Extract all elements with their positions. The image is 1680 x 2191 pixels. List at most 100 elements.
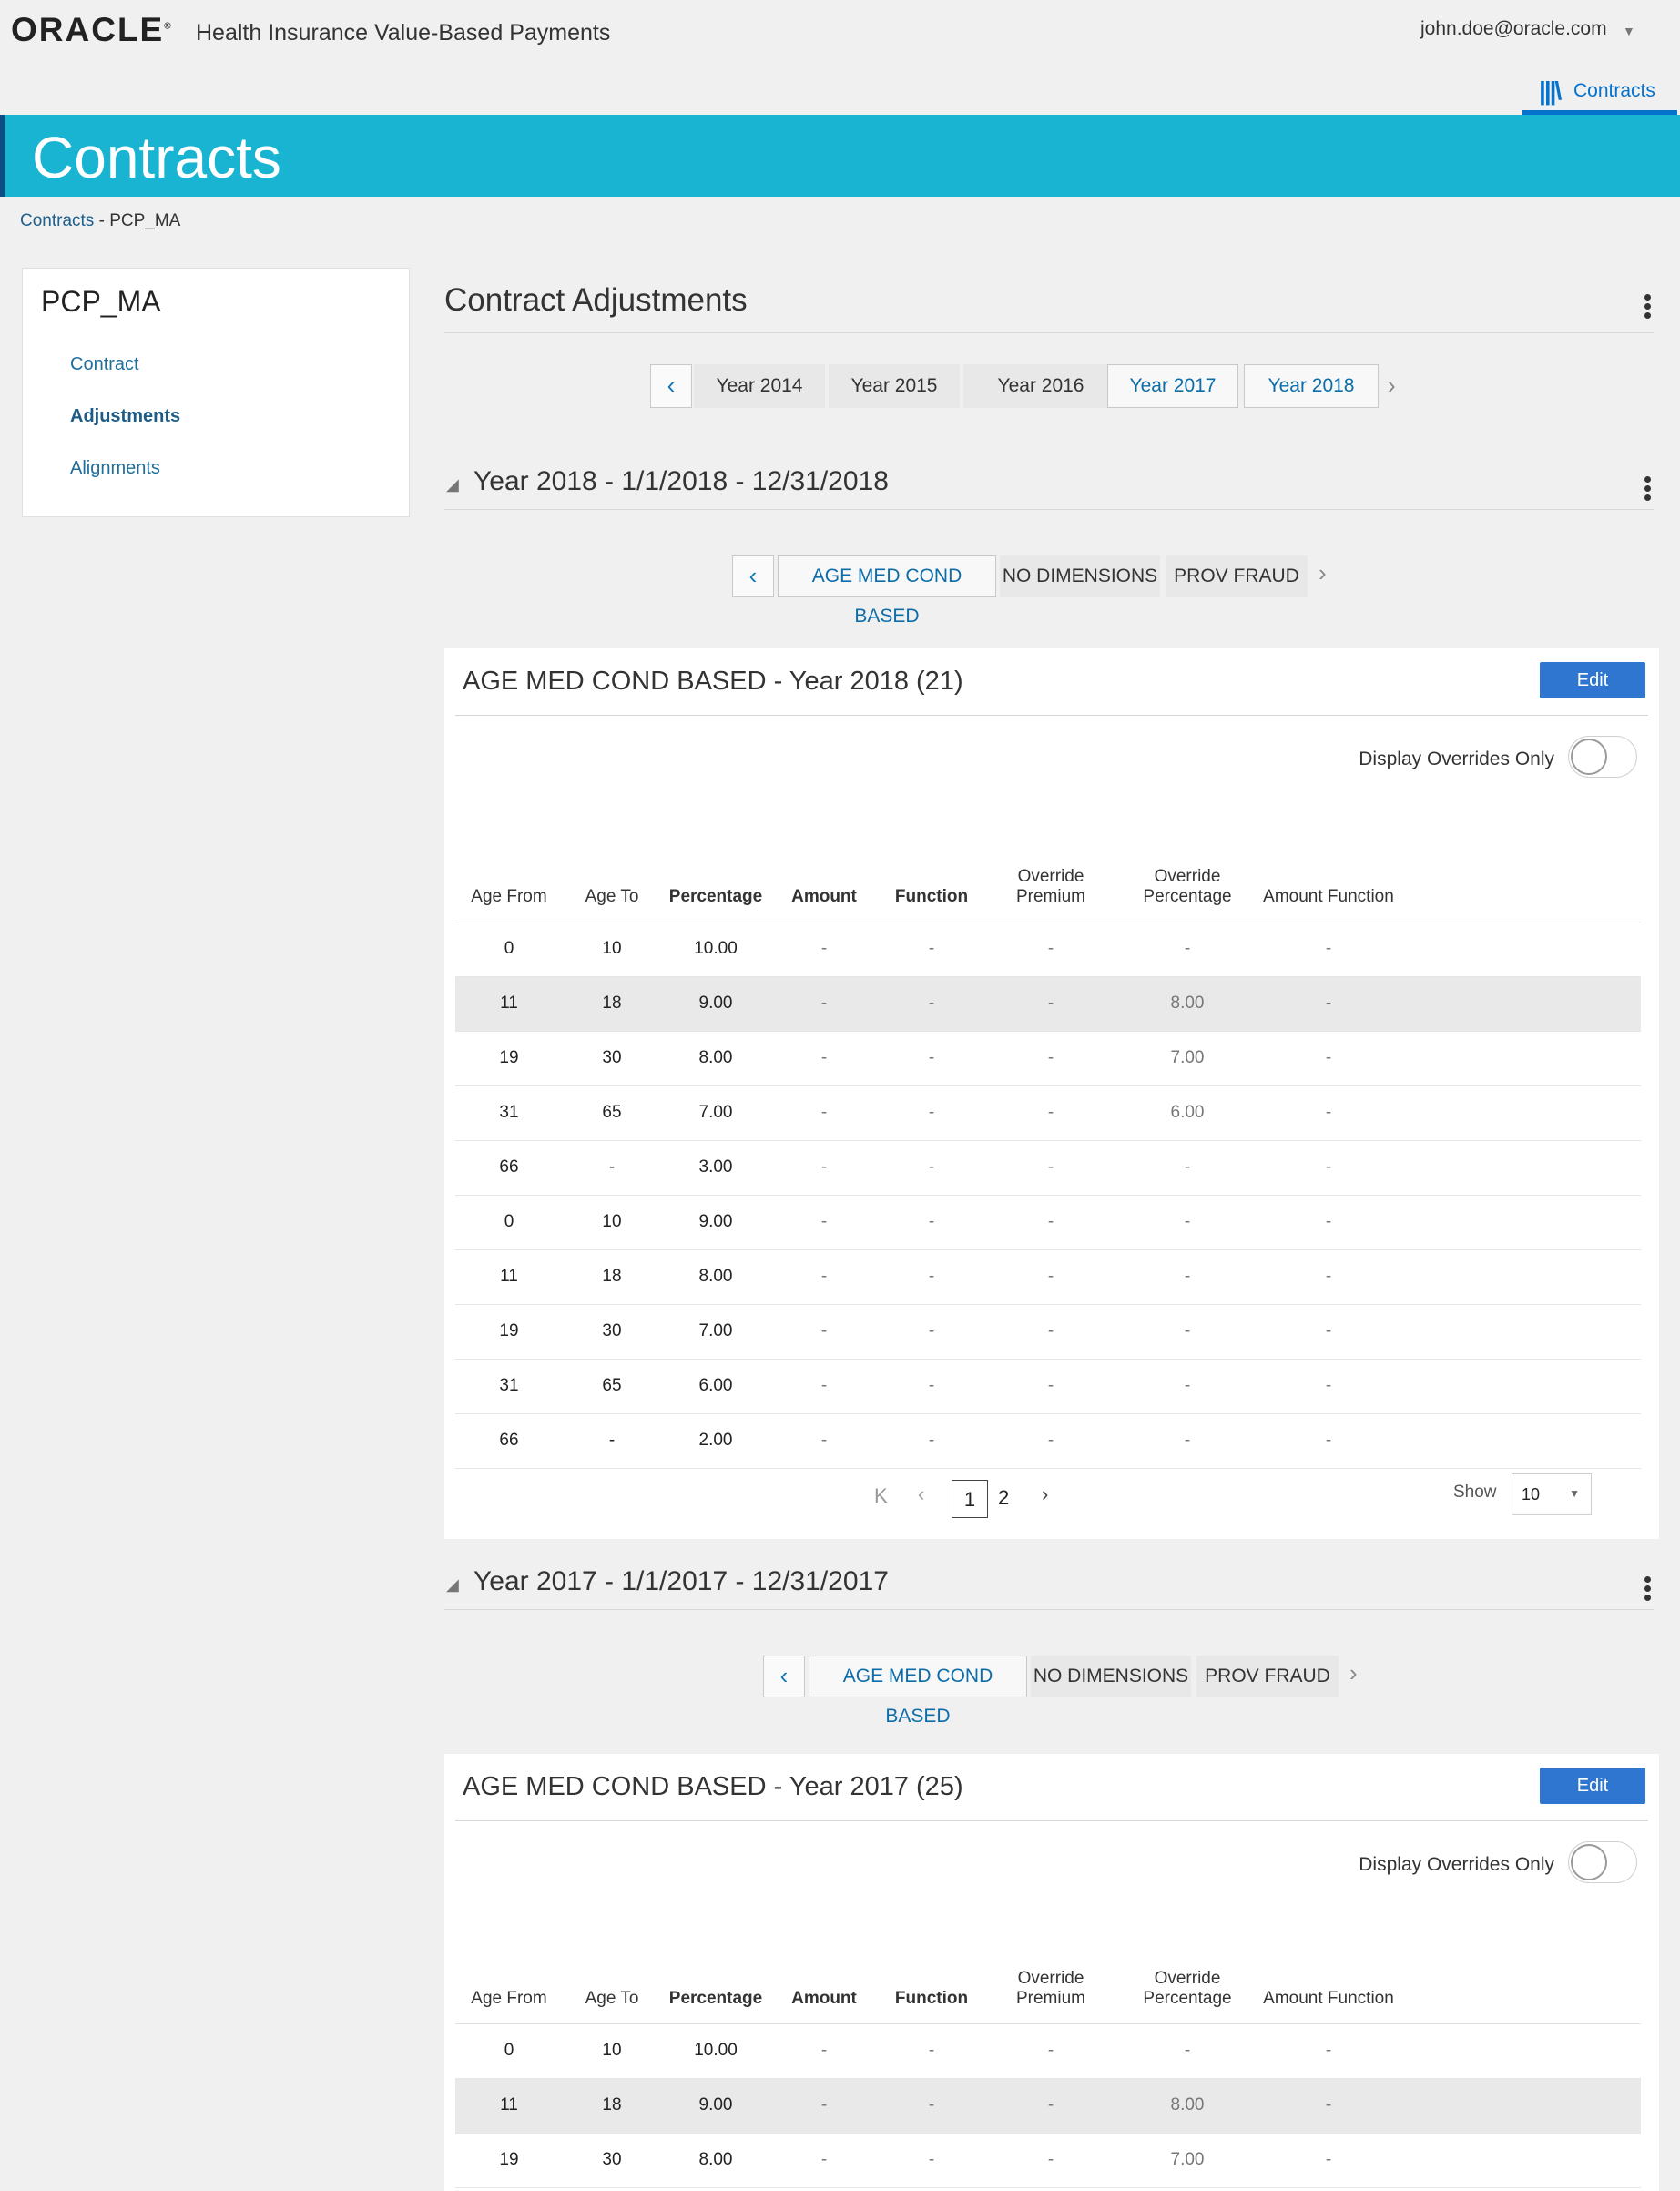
kebab-menu-icon[interactable]: [1644, 474, 1654, 504]
triangle-collapse-icon[interactable]: ◢: [446, 475, 459, 494]
table-cell: 3.00: [661, 1140, 770, 1196]
overrides-toggle[interactable]: [1568, 736, 1637, 778]
tab-prov-fraud[interactable]: PROV FRAUD: [1196, 1656, 1339, 1697]
table-cell: 19: [455, 1304, 563, 1360]
table-cell: 7.00: [1116, 2133, 1258, 2188]
card-title: AGE MED COND BASED - Year 2018 (21): [463, 667, 963, 696]
col-age-from: Age From: [455, 1932, 563, 2024]
table-cell-spacer: [1399, 1359, 1641, 1414]
table-cell: -: [1258, 2078, 1399, 2134]
tab-no-dimensions[interactable]: NO DIMENSIONS: [1000, 555, 1160, 597]
tab-age-med-cond-based[interactable]: AGE MED COND BASED: [778, 555, 996, 627]
table-cell: -: [1116, 2023, 1258, 2079]
tab-prov-fraud[interactable]: PROV FRAUD: [1166, 555, 1308, 597]
prev-page-icon[interactable]: ‹: [918, 1483, 924, 1506]
page-1-button[interactable]: 1: [952, 1480, 988, 1518]
table-cell: 9.00: [661, 1195, 770, 1250]
overrides-toggle[interactable]: [1568, 1841, 1637, 1883]
col-function: Function: [878, 831, 985, 922]
table-cell: -: [985, 2078, 1116, 2134]
table-row[interactable]: 19 30 8.00- - -7.00-: [455, 2133, 1641, 2188]
sidebar-title: PCP_MA: [41, 285, 161, 318]
year-2018-header: ◢ Year 2018 - 1/1/2018 - 12/31/2018: [444, 464, 1654, 510]
kebab-menu-icon[interactable]: [1644, 1574, 1654, 1604]
chevron-left-icon[interactable]: ‹: [650, 364, 692, 408]
table-cell: -: [1258, 1140, 1399, 1196]
sidebar-card: PCP_MA Contract Adjustments Alignments: [22, 268, 410, 517]
table-cell: 8.00: [1116, 2078, 1258, 2134]
first-page-icon[interactable]: K: [874, 1484, 888, 1508]
adjustment-card-2017: AGE MED COND BASED - Year 2017 (25) Edit…: [444, 1754, 1659, 2191]
table-cell: 8.00: [1116, 976, 1258, 1032]
table-row[interactable]: 11 18 9.00- - -8.00-: [455, 976, 1641, 1032]
tab-year-2014[interactable]: Year 2014: [694, 364, 825, 408]
table-cell: -: [878, 2023, 985, 2079]
caret-down-icon[interactable]: ▼: [1623, 24, 1635, 38]
chevron-left-icon[interactable]: ‹: [763, 1656, 805, 1697]
table-cell: 11: [455, 2078, 563, 2134]
col-amount-function: Amount Function: [1258, 831, 1399, 922]
top-bar: ORACLE® Health Insurance Value-Based Pay…: [0, 0, 1680, 115]
table-cell-spacer: [1399, 2023, 1641, 2079]
table-cell: 2.00: [661, 1413, 770, 1469]
table-cell: 9.00: [661, 976, 770, 1032]
sidebar-item-adjustments[interactable]: Adjustments: [70, 406, 180, 427]
books-icon: |||\: [1539, 76, 1562, 105]
kebab-menu-icon[interactable]: [1644, 291, 1654, 321]
triangle-collapse-icon[interactable]: ◢: [446, 1575, 459, 1595]
breadcrumb-contracts[interactable]: Contracts: [20, 211, 94, 230]
table-cell: -: [878, 1031, 985, 1086]
table-cell: -: [878, 1249, 985, 1305]
adjustment-card-2018: AGE MED COND BASED - Year 2018 (21) Edit…: [444, 648, 1659, 1539]
tab-age-med-cond-based[interactable]: AGE MED COND BASED: [809, 1656, 1027, 1727]
page-size-select[interactable]: 10 ▼: [1512, 1473, 1592, 1515]
year-2017-heading: Year 2017 - 1/1/2017 - 12/31/2017: [473, 1566, 889, 1596]
table-row[interactable]: 31 65 7.00- - -6.00-: [455, 1085, 1641, 1141]
table-row[interactable]: 11 18 9.00- - -8.00-: [455, 2078, 1641, 2134]
year-2017-header: ◢ Year 2017 - 1/1/2017 - 12/31/2017: [444, 1564, 1654, 1610]
contract-adjustments-header: Contract Adjustments: [444, 279, 1654, 333]
chevron-right-icon[interactable]: ›: [1349, 1659, 1358, 1687]
table-body-2017: 0 10 10.00- - - - -11 18 9.00- - -8.00-19 30 8.00- - -…: [455, 2023, 1641, 2188]
user-menu[interactable]: john.doe@oracle.com: [1420, 18, 1607, 40]
table-cell: -: [770, 1413, 878, 1469]
tab-year-2015[interactable]: Year 2015: [829, 364, 960, 408]
table-cell: -: [770, 1304, 878, 1360]
chevron-right-icon[interactable]: ›: [1388, 372, 1396, 400]
next-page-icon[interactable]: ›: [1042, 1483, 1048, 1506]
table-cell: 8.00: [661, 1249, 770, 1305]
page-2-button[interactable]: 2: [998, 1486, 1009, 1510]
tab-year-2017[interactable]: Year 2017: [1107, 364, 1238, 408]
table-row[interactable]: 66-3.00- - - - -: [455, 1140, 1641, 1196]
tab-year-2016[interactable]: Year 2016: [963, 364, 1118, 408]
table-cell: 10: [563, 2023, 661, 2079]
tab-no-dimensions[interactable]: NO DIMENSIONS: [1031, 1656, 1191, 1697]
table-row[interactable]: 0 10 10.00- - - - -: [455, 922, 1641, 977]
table-row[interactable]: 0 10 10.00- - - - -: [455, 2023, 1641, 2079]
sidebar-item-contract[interactable]: Contract: [70, 354, 139, 375]
table-cell: -: [985, 976, 1116, 1032]
edit-button[interactable]: Edit: [1540, 1768, 1645, 1804]
edit-button[interactable]: Edit: [1540, 662, 1645, 698]
table-row[interactable]: 19 30 7.00- - - - -: [455, 1304, 1641, 1360]
table-cell: 0: [455, 2023, 563, 2079]
table-cell: -: [1116, 1304, 1258, 1360]
nav-tab-contracts[interactable]: |||\ Contracts: [1522, 71, 1677, 115]
table-cell: -: [1258, 1031, 1399, 1086]
table-cell: -: [1258, 1085, 1399, 1141]
chevron-right-icon[interactable]: ›: [1319, 559, 1327, 587]
table-row[interactable]: 0 10 9.00- - - - -: [455, 1195, 1641, 1250]
sidebar-item-alignments[interactable]: Alignments: [70, 458, 160, 479]
table-cell-spacer: [1399, 1085, 1641, 1141]
table-row[interactable]: 66-2.00- - - - -: [455, 1413, 1641, 1469]
table-cell: -: [1258, 1195, 1399, 1250]
col-spacer: [1399, 831, 1641, 922]
table-cell: -: [985, 1249, 1116, 1305]
table-row[interactable]: 19 30 8.00- - -7.00-: [455, 1031, 1641, 1086]
chevron-left-icon[interactable]: ‹: [732, 555, 774, 597]
table-row[interactable]: 11 18 8.00- - - - -: [455, 1249, 1641, 1305]
table-row[interactable]: 31 65 6.00- - - - -: [455, 1359, 1641, 1414]
tab-year-2018[interactable]: Year 2018: [1244, 364, 1379, 408]
toggle-label: Display Overrides Only: [1359, 1854, 1554, 1875]
table-cell: -: [1258, 2133, 1399, 2188]
